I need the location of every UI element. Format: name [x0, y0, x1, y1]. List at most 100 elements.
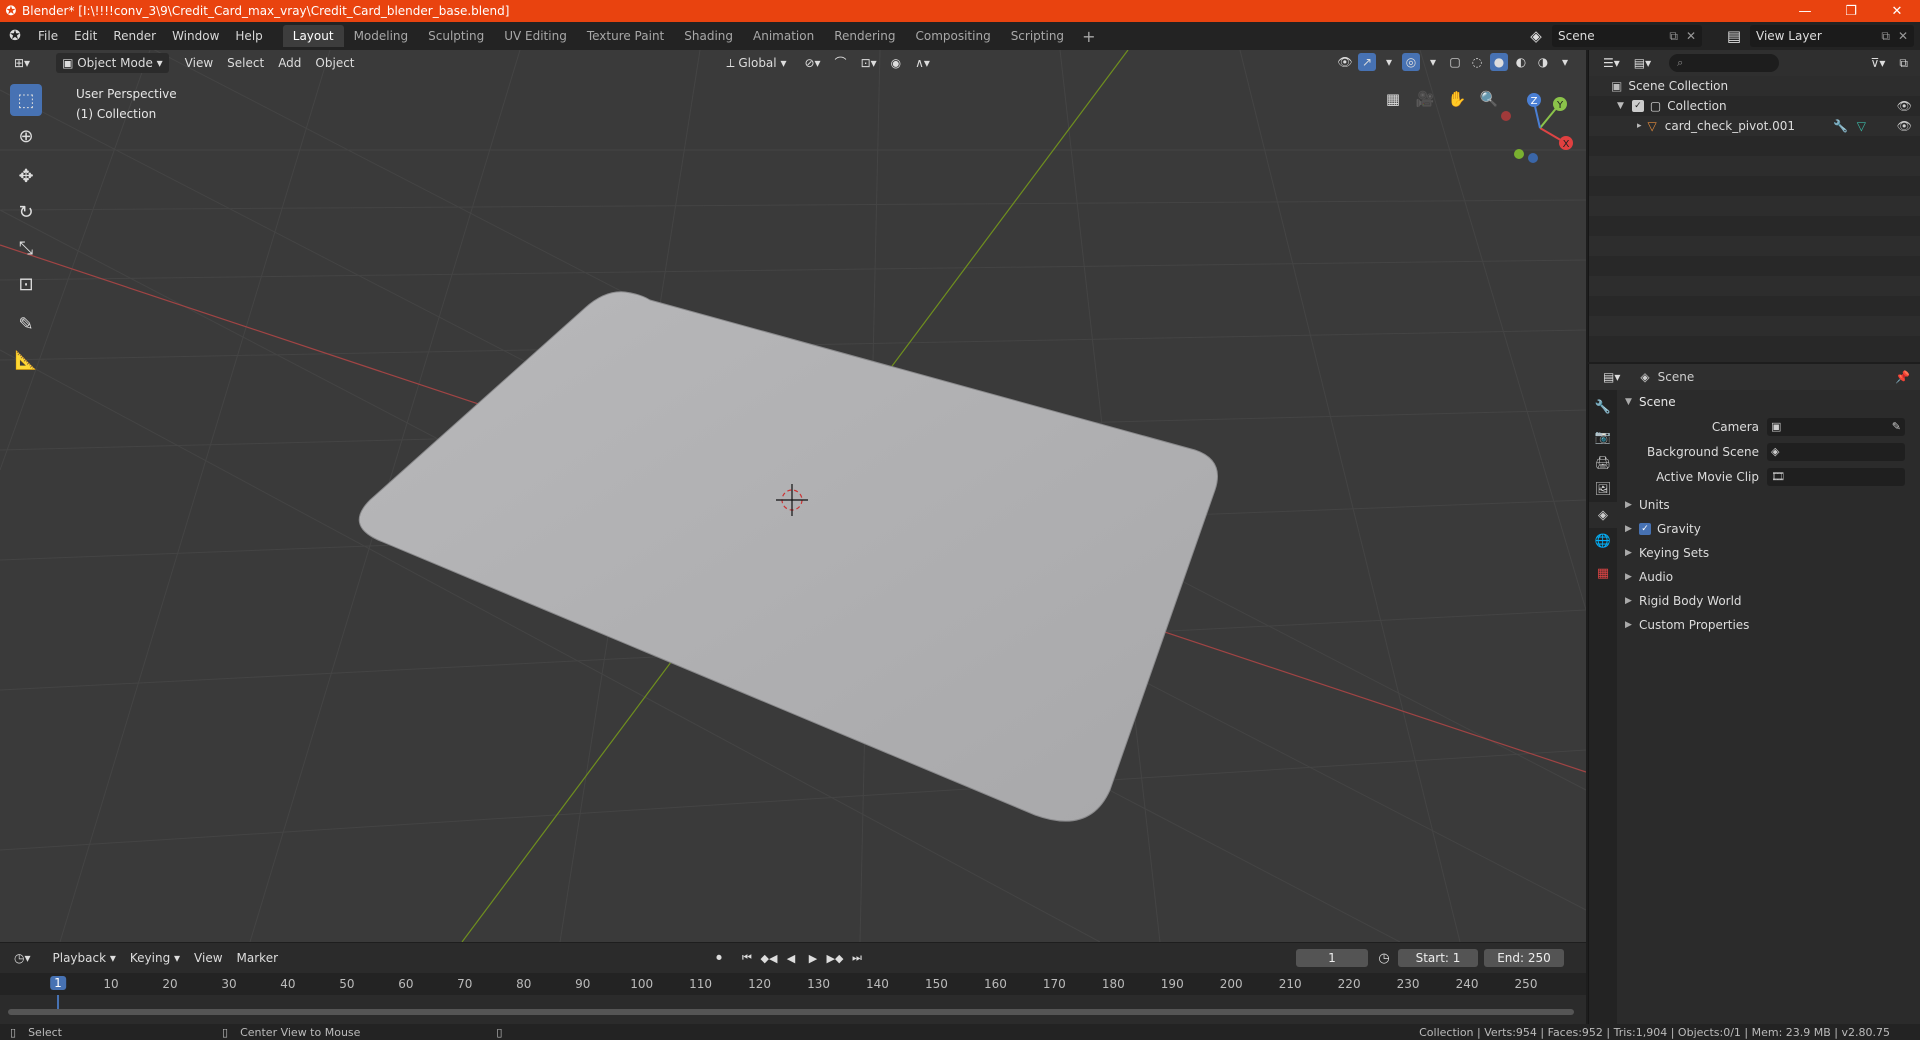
- new-view-layer-icon[interactable]: ⧉: [1881, 29, 1890, 44]
- viewport-menu-view[interactable]: View: [179, 53, 219, 73]
- tab-rendering[interactable]: Rendering: [824, 25, 905, 47]
- tab-tool-icon[interactable]: 🔧: [1589, 394, 1617, 420]
- tab-animation[interactable]: Animation: [743, 25, 824, 47]
- mode-selector[interactable]: ▣ Object Mode ▾: [56, 53, 169, 73]
- start-frame-field[interactable]: Start: 1: [1398, 949, 1478, 967]
- tab-texture-icon[interactable]: ▦: [1589, 560, 1617, 586]
- camera-view-icon[interactable]: 🎥: [1412, 86, 1438, 112]
- panel-gravity[interactable]: ▶ ✓ Gravity: [1617, 517, 1920, 541]
- current-frame-field[interactable]: 1: [1296, 949, 1368, 967]
- menu-edit[interactable]: Edit: [66, 22, 105, 50]
- cursor-tool-icon[interactable]: ⊕: [10, 120, 42, 152]
- solid-shading-icon[interactable]: ●: [1490, 53, 1508, 71]
- move-tool-icon[interactable]: ✥: [10, 160, 42, 192]
- play-reverse-icon[interactable]: ◀: [782, 949, 800, 967]
- new-collection-icon[interactable]: ⧉: [1893, 53, 1914, 73]
- proportional-edit-icon[interactable]: ◉: [885, 53, 907, 73]
- timeline-menu-playback[interactable]: Playback ▾: [47, 948, 122, 968]
- menu-render[interactable]: Render: [105, 22, 164, 50]
- xray-toggle-icon[interactable]: ▢: [1446, 53, 1464, 71]
- transform-tool-icon[interactable]: ⊡: [10, 268, 42, 300]
- outliner-row-object[interactable]: ▸ ▽ card_check_pivot.001 🔧 ▽ 👁: [1589, 116, 1920, 136]
- minimize-button[interactable]: —: [1782, 0, 1828, 22]
- pin-icon[interactable]: 📌: [1895, 370, 1910, 384]
- zoom-view-icon[interactable]: 🔍: [1476, 86, 1502, 112]
- select-box-tool-icon[interactable]: ⬚: [10, 84, 42, 116]
- gizmo-neg-y-handle[interactable]: [1514, 149, 1524, 159]
- 3d-viewport[interactable]: ⊞▾ ▣ Object Mode ▾ View Select Add Objec…: [0, 50, 1586, 942]
- scene-selector[interactable]: Scene ⧉ ✕: [1552, 25, 1702, 47]
- viewport-menu-add[interactable]: Add: [272, 53, 307, 73]
- camera-field[interactable]: ▣ ✎: [1767, 417, 1905, 436]
- gizmo-toggle-icon[interactable]: ↗: [1358, 53, 1376, 71]
- tab-scene-icon[interactable]: ◈: [1589, 502, 1617, 528]
- credit-card-mesh[interactable]: [358, 291, 1218, 822]
- timeline-editor-type-icon[interactable]: ◷▾: [8, 948, 37, 968]
- object-expand-icon[interactable]: ▸: [1637, 121, 1642, 131]
- next-keyframe-icon[interactable]: ▶◆: [826, 949, 844, 967]
- annotate-tool-icon[interactable]: ✎: [10, 308, 42, 340]
- panel-scene-header[interactable]: ▼ Scene: [1617, 390, 1920, 414]
- menu-file[interactable]: File: [30, 22, 66, 50]
- overlay-toggle-icon[interactable]: ◎: [1402, 53, 1420, 71]
- new-scene-icon[interactable]: ⧉: [1669, 29, 1678, 44]
- gravity-checkbox[interactable]: ✓: [1639, 523, 1651, 535]
- add-workspace-button[interactable]: +: [1074, 27, 1103, 46]
- close-button[interactable]: ✕: [1874, 0, 1920, 22]
- wireframe-shading-icon[interactable]: ◌: [1468, 53, 1486, 71]
- maximize-button[interactable]: ❐: [1828, 0, 1874, 22]
- shading-dropdown-icon[interactable]: ▾: [1556, 53, 1574, 71]
- pan-view-icon[interactable]: ✋: [1444, 86, 1470, 112]
- outliner-editor-type-icon[interactable]: ☰▾: [1597, 53, 1626, 73]
- transform-orientation[interactable]: ⟂ Global ▾: [721, 53, 793, 73]
- active-movie-clip-field[interactable]: 🎞: [1767, 467, 1905, 486]
- collection-visibility-icon[interactable]: 👁: [1897, 99, 1912, 113]
- outliner-row-collection[interactable]: ▼ ✓ ▢ Collection 👁: [1589, 96, 1920, 116]
- collection-expand-icon[interactable]: ▼: [1617, 101, 1624, 111]
- record-icon[interactable]: ⏺: [710, 949, 728, 967]
- gizmo-dropdown-icon[interactable]: ▾: [1380, 53, 1398, 71]
- prev-keyframe-icon[interactable]: ◆◀: [760, 949, 778, 967]
- proportional-falloff-icon[interactable]: ∧▾: [909, 53, 936, 73]
- view-layer-icon[interactable]: ▤: [1722, 24, 1746, 48]
- tab-render-icon[interactable]: 📷: [1589, 424, 1617, 450]
- remove-scene-icon[interactable]: ✕: [1686, 29, 1696, 43]
- viewport-menu-select[interactable]: Select: [221, 53, 270, 73]
- tab-scripting[interactable]: Scripting: [1001, 25, 1074, 47]
- panel-custom-properties[interactable]: ▶ Custom Properties: [1617, 613, 1920, 637]
- gizmo-neg-x-handle[interactable]: [1501, 111, 1511, 121]
- display-mode-icon[interactable]: ▤▾: [1628, 53, 1657, 73]
- viewport-menu-object[interactable]: Object: [309, 53, 360, 73]
- filter-icon[interactable]: ⊽▾: [1865, 53, 1892, 73]
- view-layer-selector[interactable]: View Layer ⧉ ✕: [1750, 25, 1914, 47]
- play-icon[interactable]: ▶: [804, 949, 822, 967]
- panel-units[interactable]: ▶ Units: [1617, 493, 1920, 517]
- rendered-shading-icon[interactable]: ◑: [1534, 53, 1552, 71]
- tab-texture-paint[interactable]: Texture Paint: [577, 25, 674, 47]
- background-scene-field[interactable]: ◈: [1767, 442, 1905, 461]
- tab-layout[interactable]: Layout: [282, 25, 344, 47]
- outliner-row-scene-collection[interactable]: ▣ Scene Collection: [1589, 76, 1920, 96]
- tab-output-icon[interactable]: 🖨: [1589, 450, 1617, 476]
- playhead-frame[interactable]: 1: [50, 976, 66, 990]
- menu-window[interactable]: Window: [164, 22, 227, 50]
- rotate-tool-icon[interactable]: ↻: [10, 196, 42, 228]
- perspective-toggle-icon[interactable]: ▦: [1380, 86, 1406, 112]
- timeline-menu-view[interactable]: View: [188, 948, 228, 968]
- jump-start-icon[interactable]: ⏮: [738, 949, 756, 967]
- timeline-menu-keying[interactable]: Keying ▾: [124, 948, 186, 968]
- tab-shading[interactable]: Shading: [674, 25, 743, 47]
- tab-compositing[interactable]: Compositing: [905, 25, 1000, 47]
- editor-type-icon[interactable]: ⊞▾: [8, 53, 36, 73]
- timeline-menu-marker[interactable]: Marker: [231, 948, 284, 968]
- remove-view-layer-icon[interactable]: ✕: [1898, 29, 1908, 43]
- tab-uv-editing[interactable]: UV Editing: [494, 25, 577, 47]
- modifier-wrench-icon[interactable]: 🔧: [1833, 119, 1848, 133]
- gizmo-neg-z-handle[interactable]: [1528, 153, 1538, 163]
- preview-range-icon[interactable]: ◷: [1374, 947, 1394, 969]
- object-visibility-icon[interactable]: 👁: [1897, 119, 1912, 133]
- end-frame-field[interactable]: End: 250: [1484, 949, 1564, 967]
- overlay-dropdown-icon[interactable]: ▾: [1424, 53, 1442, 71]
- panel-rigid-body-world[interactable]: ▶ Rigid Body World: [1617, 589, 1920, 613]
- mesh-data-icon[interactable]: ▽: [1857, 119, 1866, 133]
